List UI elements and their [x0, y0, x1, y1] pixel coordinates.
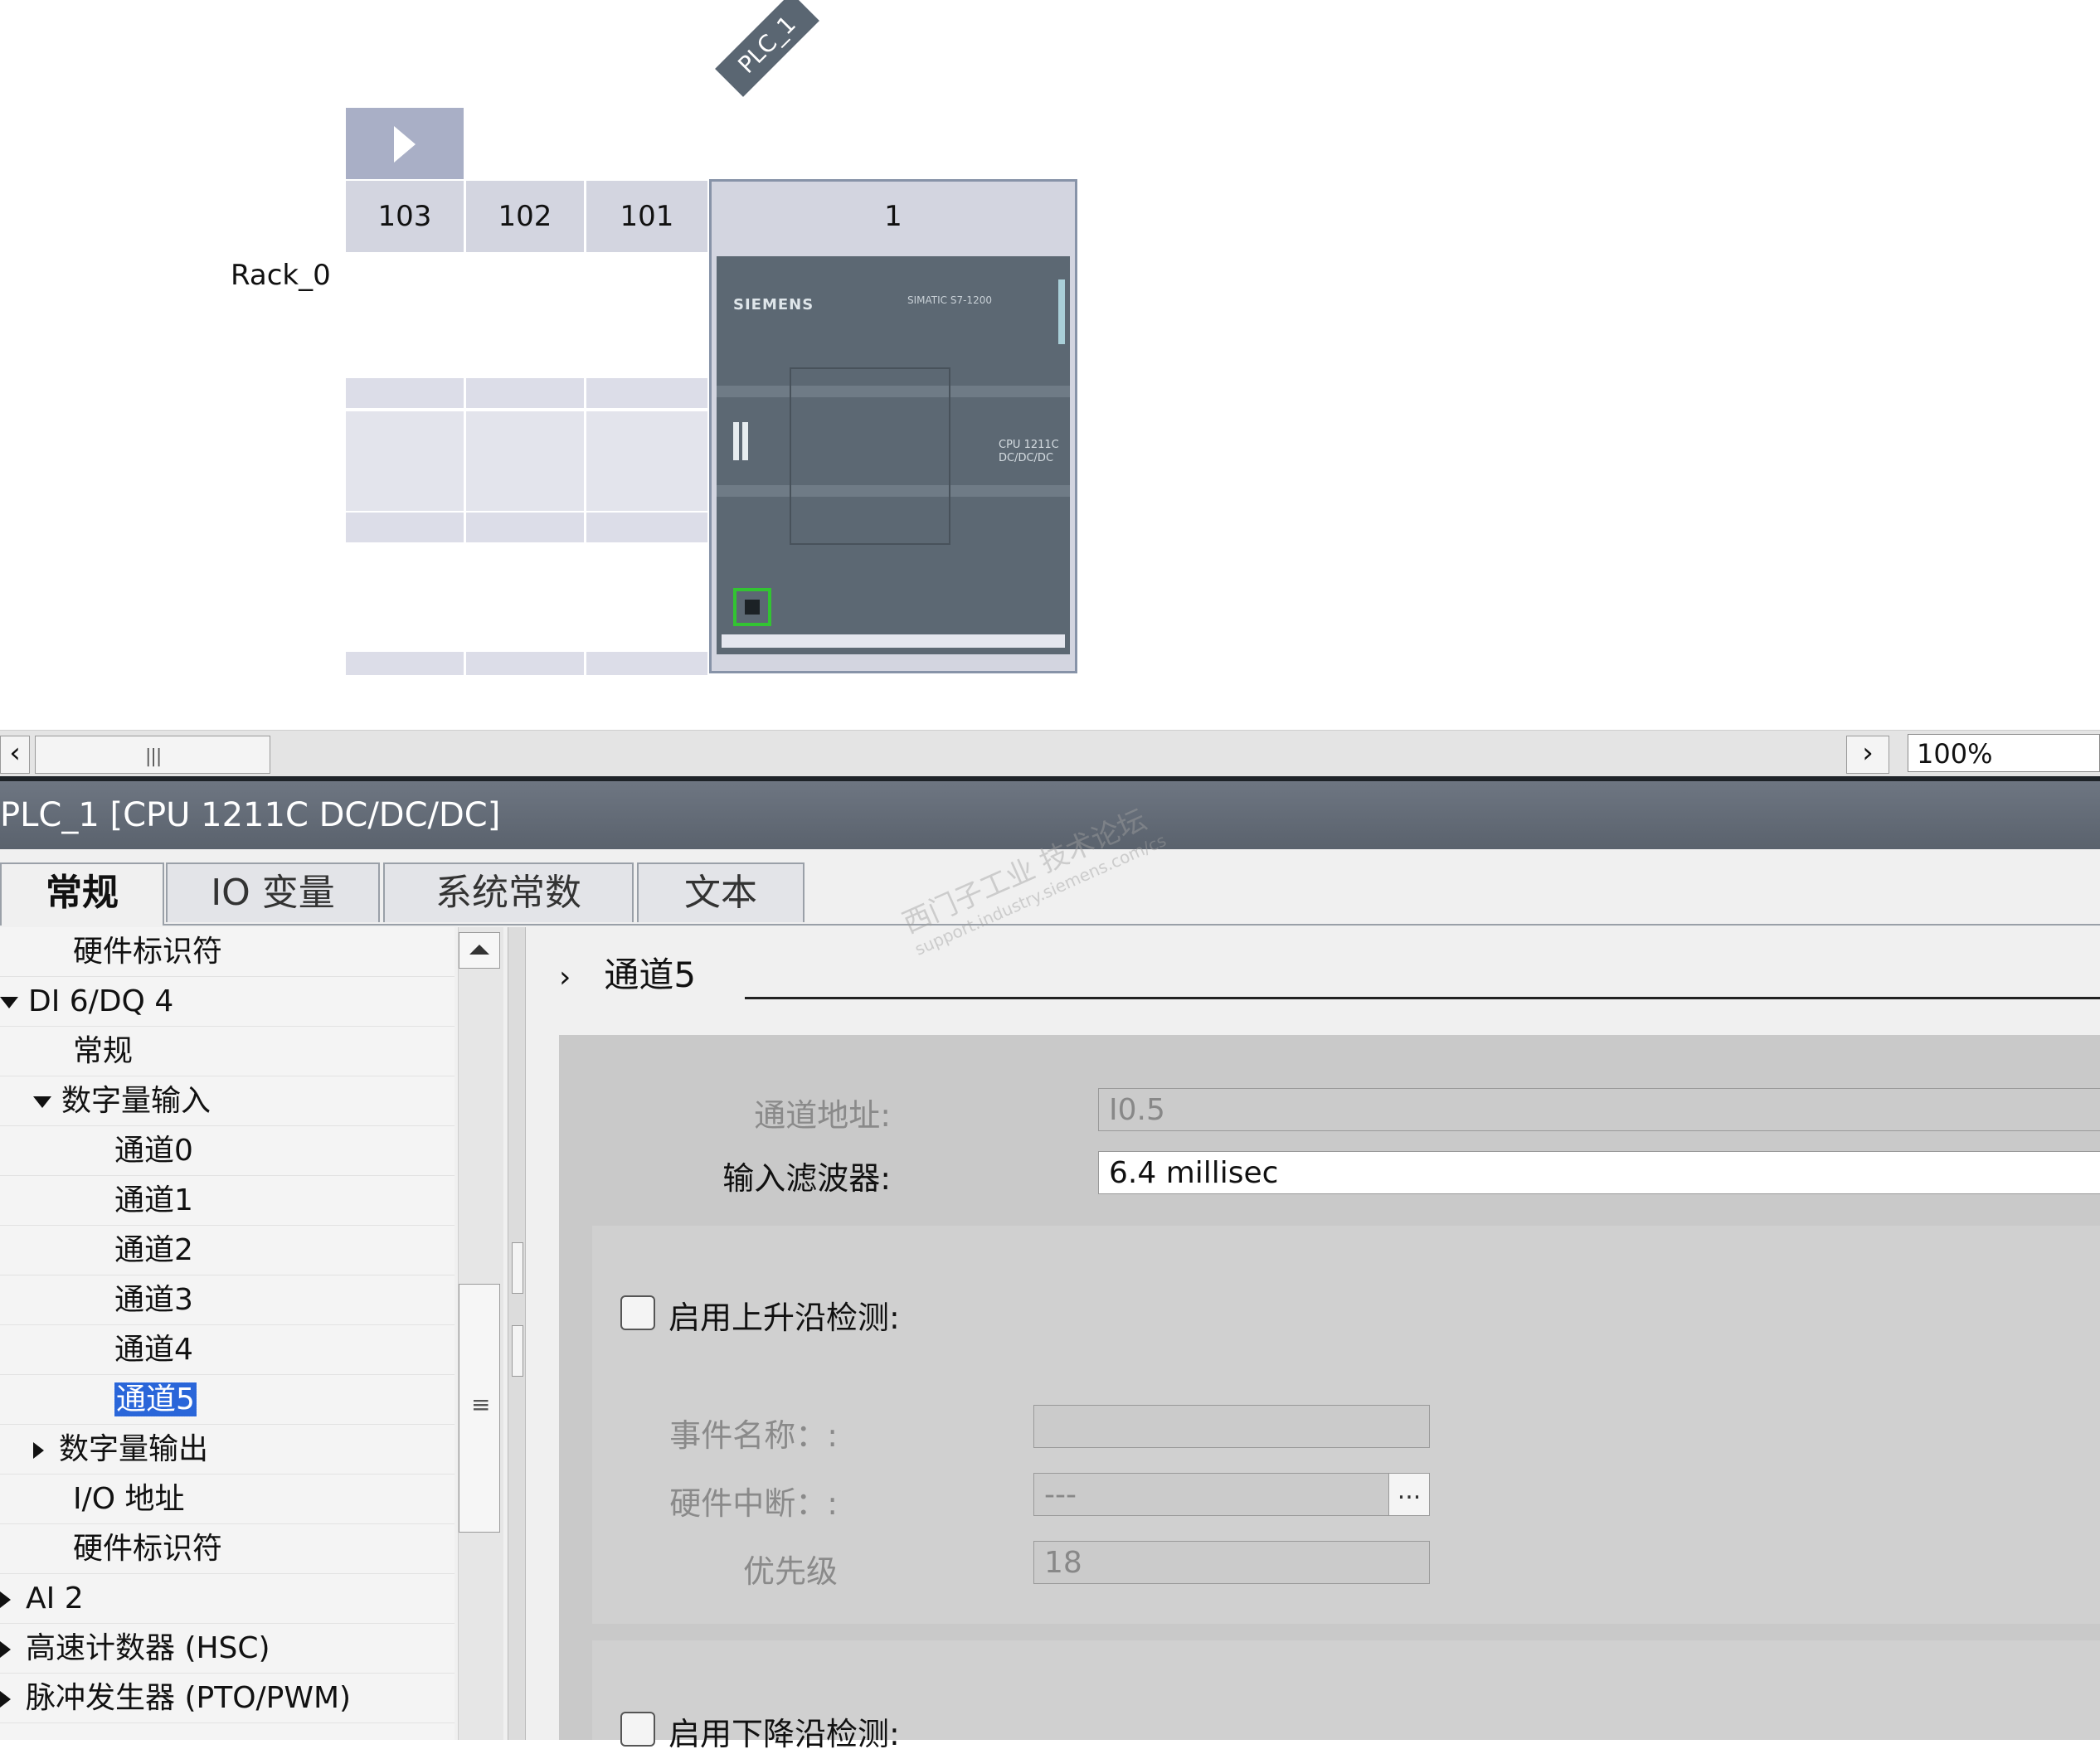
tree-item[interactable]: I/O 地址 — [0, 1475, 455, 1524]
cpu-series-label: SIMATIC S7-1200 — [907, 294, 992, 306]
scroll-right-button[interactable]: › — [1846, 736, 1889, 774]
cpu-module-slot[interactable]: 1 SIEMENS SIMATIC S7-1200 CPU 1211C DC/D… — [709, 179, 1077, 673]
rising-edge-label: 启用上升沿检测: — [668, 1300, 900, 1336]
status-led — [1058, 279, 1065, 344]
navigation-tree: 硬件标识符 DI 6/DQ 4 常规数字量输入通道0 通道1 通道2 通道3 通道4 通道5 数… — [0, 927, 455, 1740]
slot-header-103[interactable]: 103 — [346, 181, 464, 252]
tree-item[interactable]: 通道1 — [0, 1176, 455, 1226]
tree-item[interactable]: 数字量输入 — [0, 1076, 455, 1126]
tree-item-label: I/O 地址 — [73, 1482, 185, 1516]
collapsed-triangle-icon[interactable] — [0, 1591, 11, 1608]
siemens-logo: SIEMENS — [733, 296, 814, 313]
tree-item[interactable]: 通道2 — [0, 1226, 455, 1275]
slot-header-102[interactable]: 102 — [466, 181, 584, 252]
priority-field: 18 — [1033, 1541, 1430, 1584]
play-arrow-icon — [394, 126, 416, 163]
tree-item[interactable]: 通道0 — [0, 1126, 455, 1176]
zoom-level-field[interactable]: 100% — [1908, 734, 2100, 772]
tree-item[interactable]: 数字量输出 — [0, 1425, 455, 1475]
inspector-window: PLC_1 [CPU 1211C DC/DC/DC] 常规 IO 变量 系统常数… — [0, 776, 2100, 1752]
rising-edge-checkbox[interactable] — [620, 1295, 655, 1330]
tree-item[interactable]: AI 2 — [0, 1574, 455, 1624]
collapsed-triangle-icon[interactable] — [0, 1641, 11, 1658]
chevron-right-icon: › — [559, 960, 571, 994]
hardware-interrupt-label: 硬件中断：: — [669, 1485, 838, 1522]
collapse-left-arrow[interactable] — [512, 1242, 523, 1294]
cpu-module-image[interactable]: SIEMENS SIMATIC S7-1200 CPU 1211C DC/DC/… — [717, 256, 1070, 654]
priority-label: 优先级 — [742, 1553, 838, 1590]
grip-icon: ||| — [145, 746, 162, 767]
channel-address-label: 通道地址: — [754, 1097, 891, 1134]
hardware-interrupt-field: --- — [1033, 1473, 1430, 1516]
tree-item-label: 通道1 — [114, 1183, 193, 1217]
tree-item[interactable]: 通道5 — [0, 1375, 455, 1425]
scroll-up-button[interactable] — [459, 932, 500, 969]
expanded-triangle-icon[interactable] — [0, 997, 18, 1008]
section-header[interactable]: › 通道5 — [559, 947, 696, 998]
cpu-model-label: CPU 1211C DC/DC/DC — [999, 439, 1059, 464]
tree-item[interactable]: 常规 — [0, 1027, 455, 1076]
tree-item[interactable]: 硬件标识符 — [0, 927, 455, 977]
tree-vertical-scrollbar[interactable]: ≡ — [458, 927, 503, 1740]
tree-item-label: 硬件标识符 — [73, 935, 223, 969]
tree-item-label: DI 6/DQ 4 — [28, 984, 174, 1018]
browse-button[interactable]: ... — [1388, 1474, 1429, 1515]
rising-edge-group: 启用上升沿检测: 事件名称：: 硬件中断：: --- ... 优先级 18 — [592, 1226, 2100, 1624]
cpu-front-panel — [790, 367, 950, 545]
tree-item[interactable]: 通道4 — [0, 1325, 455, 1375]
tree-item-label: 数字量输出 — [59, 1432, 209, 1466]
tree-item-label: 通道3 — [114, 1283, 193, 1317]
tree-item-label: 通道0 — [114, 1134, 193, 1168]
tree-item-label: 数字量输入 — [61, 1084, 211, 1118]
tree-item-label: 高速计数器 (HSC) — [26, 1631, 270, 1665]
slot-103[interactable] — [346, 254, 464, 675]
tree-item-label: 通道4 — [114, 1333, 193, 1367]
tab-general[interactable]: 常规 — [0, 862, 164, 926]
slot-header-101[interactable]: 101 — [586, 181, 707, 252]
tab-io-tags[interactable]: IO 变量 — [166, 862, 380, 922]
event-name-field — [1033, 1405, 1430, 1448]
tab-system-constants[interactable]: 系统常数 — [383, 862, 634, 922]
tree-item-label: 脉冲发生器 (PTO/PWM) — [26, 1681, 352, 1715]
collapsed-triangle-icon[interactable] — [0, 1691, 11, 1708]
tree-item-label: 硬件标识符 — [73, 1532, 223, 1566]
scroll-left-button[interactable]: ‹ — [0, 736, 30, 774]
device-view-canvas[interactable]: PLC_1 Rack_0 103 102 101 1 SIEMENS SIMAT… — [0, 0, 2100, 730]
rack-label: Rack_0 — [231, 259, 331, 292]
falling-edge-label: 启用下降沿检测: — [668, 1716, 900, 1752]
input-filter-select[interactable]: 6.4 millisec — [1098, 1151, 2100, 1194]
grip-icon: ≡ — [471, 1391, 491, 1418]
event-name-label: 事件名称：: — [669, 1417, 838, 1454]
collapsed-triangle-icon[interactable] — [33, 1442, 44, 1459]
slot-header-1: 1 — [884, 200, 902, 233]
slot-101[interactable] — [586, 254, 707, 675]
io-indicator-icon — [733, 422, 763, 464]
falling-edge-group: 启用下降沿检测: — [592, 1640, 2100, 1752]
scroll-thumb[interactable]: ||| — [35, 736, 270, 774]
falling-edge-checkbox[interactable] — [620, 1712, 655, 1747]
tree-item[interactable]: DI 6/DQ 4 — [0, 977, 455, 1027]
channel-parameters-panel: 通道地址: I0.5 输入滤波器: 6.4 millisec 启用上升沿检测: … — [559, 1035, 2100, 1752]
channel-address-field: I0.5 — [1098, 1088, 2100, 1131]
tree-item[interactable]: 脉冲发生器 (PTO/PWM) — [0, 1674, 455, 1723]
collapse-right-arrow[interactable] — [512, 1325, 523, 1377]
tree-item[interactable]: 高速计数器 (HSC) — [0, 1624, 455, 1674]
tree-item-label: AI 2 — [26, 1582, 84, 1616]
tree-item[interactable]: 硬件标识符 — [0, 1524, 455, 1574]
tab-texts[interactable]: 文本 — [637, 862, 805, 922]
channel-settings-pane: › 通道5 通道地址: I0.5 输入滤波器: 6.4 millisec 启用上升… — [526, 927, 2100, 1752]
pane-splitter[interactable] — [508, 927, 526, 1740]
input-filter-label: 输入滤波器: — [722, 1160, 891, 1197]
expand-rack-button[interactable] — [346, 108, 464, 179]
slot-102[interactable] — [466, 254, 584, 675]
expanded-triangle-icon[interactable] — [33, 1096, 51, 1108]
tree-scroll-thumb[interactable]: ≡ — [459, 1284, 500, 1533]
tree-item-label: 常规 — [73, 1034, 134, 1068]
plc-name-tag[interactable]: PLC_1 — [715, 0, 819, 97]
tree-item-label: 通道5 — [114, 1382, 197, 1417]
ethernet-port-icon[interactable] — [733, 588, 771, 626]
tree-item-label: 通道2 — [114, 1233, 193, 1267]
horizontal-scrollbar[interactable]: ‹ ||| › 100% — [0, 730, 2100, 777]
tree-item[interactable]: 通道3 — [0, 1275, 455, 1325]
